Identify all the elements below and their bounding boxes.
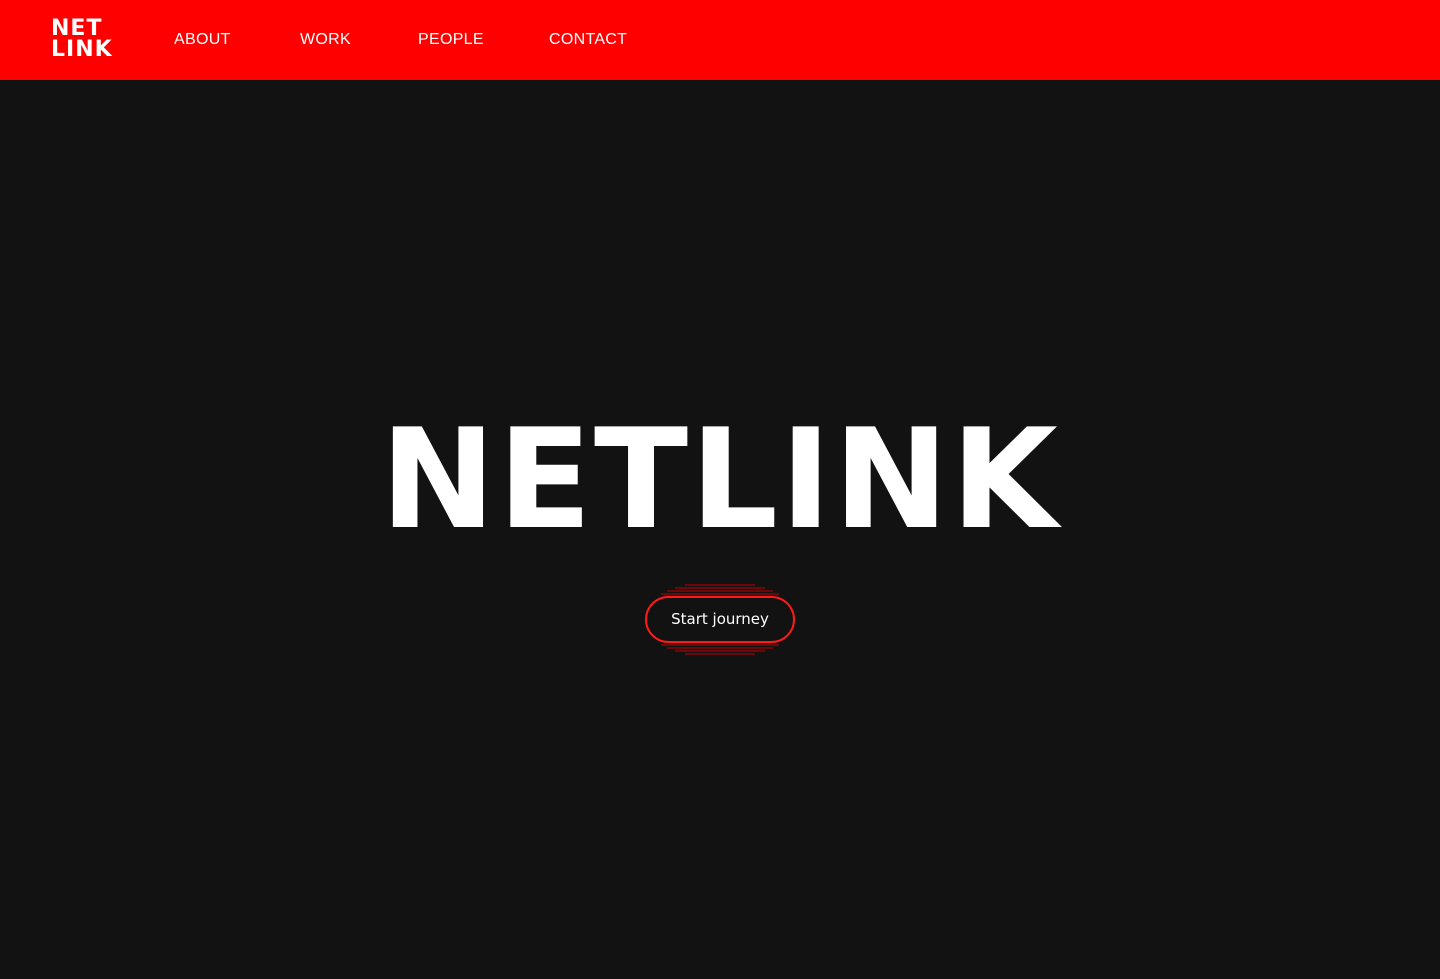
start-journey-button[interactable]: Start journey [645,596,795,643]
start-journey-container: Start journey [645,584,795,656]
hero-title: NETLINK [380,399,1060,560]
nav-link-work[interactable]: WORK [300,30,351,50]
nav-link-contact[interactable]: CONTACT [549,30,627,50]
logo[interactable]: NET LINK [51,18,123,62]
nav-link-people[interactable]: PEOPLE [418,30,484,50]
top-navigation-bar: NET LINK ABOUT WORK PEOPLE CONTACT [0,0,1440,80]
logo-line-net: NET [51,16,103,41]
page: NET LINK ABOUT WORK PEOPLE CONTACT NETLI… [0,0,1440,979]
nav-link-about[interactable]: ABOUT [174,30,231,50]
logo-line-link: LINK [51,37,113,62]
